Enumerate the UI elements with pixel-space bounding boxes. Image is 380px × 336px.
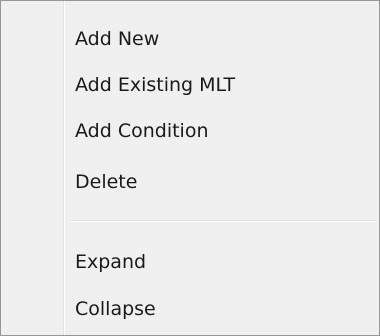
- context-menu: Add New Add Existing MLT Add Condition D…: [0, 0, 380, 336]
- menu-item-label: Collapse: [75, 298, 156, 320]
- menu-separator: [70, 220, 376, 222]
- menu-item-label: Delete: [75, 171, 138, 193]
- menu-item-expand[interactable]: Expand: [4, 243, 376, 281]
- menu-item-collapse[interactable]: Collapse: [4, 290, 376, 328]
- menu-item-delete[interactable]: Delete: [4, 163, 376, 201]
- menu-item-label: Add New: [75, 28, 160, 50]
- menu-item-add-existing-mlt[interactable]: Add Existing MLT: [4, 66, 376, 104]
- menu-item-label: Add Existing MLT: [75, 74, 236, 96]
- menu-item-add-condition[interactable]: Add Condition: [4, 112, 376, 150]
- menu-item-label: Add Condition: [75, 120, 209, 142]
- menu-item-add-new[interactable]: Add New: [4, 20, 376, 58]
- menu-item-label: Expand: [75, 251, 147, 273]
